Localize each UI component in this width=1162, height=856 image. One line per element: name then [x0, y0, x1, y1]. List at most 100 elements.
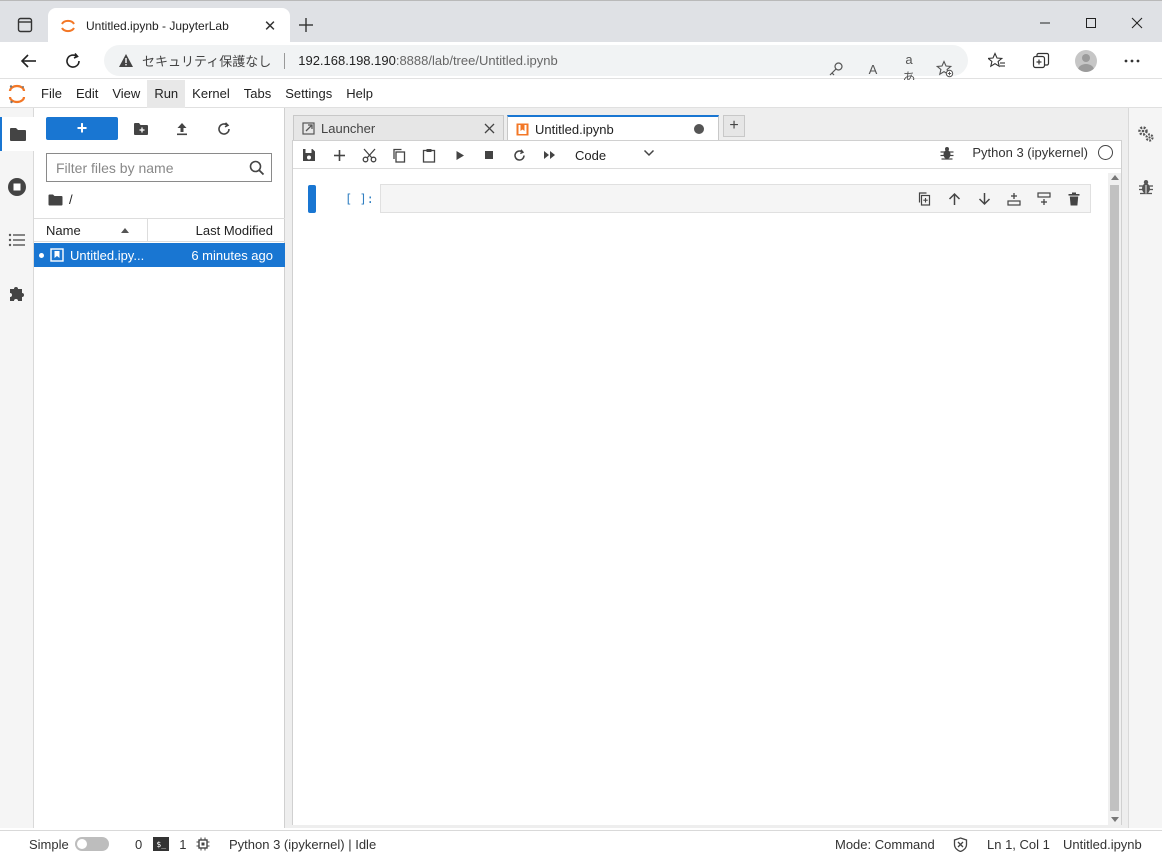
running-terminals[interactable]: 0 $_ 1 [135, 836, 210, 852]
browser-titlebar: Untitled.ipynb - JupyterLab ✕ [0, 0, 1162, 43]
refresh-files-icon[interactable] [214, 119, 234, 139]
copy-icon[interactable] [389, 145, 409, 165]
list-item[interactable]: Untitled.ipy... 6 minutes ago [34, 243, 285, 267]
simple-mode-toggle[interactable]: Simple [29, 836, 109, 852]
insert-above-icon[interactable] [1004, 189, 1024, 209]
cut-icon[interactable] [359, 145, 379, 165]
menu-kernel[interactable]: Kernel [185, 80, 237, 108]
jupyter-logo-icon [0, 80, 34, 108]
jupyter-menubar: File Edit View Run Kernel Tabs Settings … [0, 79, 1162, 108]
insert-cell-icon[interactable] [329, 145, 349, 165]
new-tab-icon[interactable] [296, 15, 316, 35]
insert-below-icon[interactable] [1034, 189, 1054, 209]
file-filter-input[interactable] [56, 159, 242, 176]
terminal-icon: $_ [153, 837, 170, 851]
breadcrumb: / [48, 192, 73, 207]
table-of-contents-tab[interactable] [0, 223, 34, 257]
browser-tab-active[interactable]: Untitled.ipynb - JupyterLab ✕ [48, 8, 290, 43]
tab-actions-icon[interactable] [14, 14, 36, 36]
chevron-down-icon [643, 149, 655, 157]
kernel-status[interactable]: Python 3 (ipykernel) | Idle [229, 836, 376, 852]
debugger-panel-tab[interactable] [1129, 170, 1162, 204]
paste-icon[interactable] [419, 145, 439, 165]
unsaved-dot-icon[interactable] [694, 124, 704, 134]
close-tab-icon[interactable]: ✕ [262, 18, 278, 35]
security-warning-text[interactable]: セキュリティ保護なし [142, 51, 271, 70]
tab-notebook[interactable]: Untitled.ipynb [507, 115, 719, 141]
interrupt-icon[interactable] [479, 145, 499, 165]
property-inspector-tab[interactable] [1129, 117, 1162, 151]
minimize-icon[interactable] [1022, 9, 1068, 37]
column-header-name[interactable]: Name [34, 219, 148, 241]
refresh-icon[interactable] [60, 48, 86, 74]
tab-launcher[interactable]: Launcher [293, 115, 504, 140]
close-window-icon[interactable] [1114, 9, 1160, 37]
more-menu-icon[interactable] [1119, 48, 1145, 74]
read-aloud-icon[interactable]: A [864, 62, 882, 77]
running-tab[interactable] [0, 170, 34, 204]
delete-cell-icon[interactable] [1064, 189, 1084, 209]
menu-help[interactable]: Help [339, 80, 380, 108]
move-down-icon[interactable] [974, 189, 994, 209]
fast-forward-icon[interactable] [539, 145, 559, 165]
upload-icon[interactable] [172, 119, 192, 139]
restart-icon[interactable] [509, 145, 529, 165]
run-icon[interactable] [450, 145, 470, 165]
file-browser-tab[interactable] [0, 117, 34, 151]
collections-icon[interactable] [1028, 48, 1054, 74]
url-path: :8888/lab/tree/Untitled.ipynb [395, 53, 558, 68]
maximize-icon[interactable] [1068, 9, 1114, 37]
kernel-area: Python 3 (ipykernel) [940, 145, 1113, 160]
favorites-icon[interactable] [984, 48, 1010, 74]
duplicate-cell-icon[interactable] [914, 189, 934, 209]
scroll-up-icon[interactable] [1111, 175, 1119, 180]
back-icon[interactable] [16, 48, 42, 74]
avatar [1075, 50, 1097, 72]
file-filter-field[interactable] [46, 153, 272, 182]
right-activity-bar [1128, 108, 1162, 828]
menu-file[interactable]: File [34, 80, 69, 108]
cell-type-select[interactable]: Code [575, 145, 655, 165]
cell-type-value: Code [575, 147, 607, 163]
address-bar[interactable]: セキュリティ保護なし 192.168.198.190:8888/lab/tree… [104, 45, 968, 85]
move-up-icon[interactable] [944, 189, 964, 209]
cell-prompt: [ ]: [345, 192, 374, 206]
close-launcher-icon[interactable] [484, 123, 495, 134]
mode-indicator: Mode: Command [835, 836, 935, 852]
code-cell-editor[interactable] [380, 184, 1091, 213]
breadcrumb-root[interactable]: / [69, 192, 73, 207]
notebook-icon [50, 248, 64, 262]
scrollbar-thumb[interactable] [1110, 185, 1119, 811]
menu-settings[interactable]: Settings [278, 80, 339, 108]
warning-icon[interactable] [118, 53, 134, 68]
list-icon [8, 233, 26, 247]
scroll-down-icon[interactable] [1111, 817, 1119, 822]
home-folder-icon[interactable] [48, 194, 63, 206]
active-cell-indicator[interactable] [308, 185, 316, 213]
new-folder-icon[interactable] [131, 119, 151, 139]
simple-mode-label: Simple [29, 836, 69, 852]
extensions-tab[interactable] [0, 276, 34, 310]
add-favorite-icon[interactable] [936, 60, 954, 78]
profile-avatar[interactable] [1073, 48, 1099, 74]
notebook-scrollbar[interactable] [1108, 173, 1121, 825]
add-tab-button[interactable]: + [723, 115, 745, 137]
menu-tabs[interactable]: Tabs [237, 80, 278, 108]
debugger-icon[interactable] [940, 146, 954, 160]
file-browser-panel: + / Name Last Modified Untitled.ipy... 6… [34, 108, 285, 828]
new-launcher-button[interactable]: + [46, 117, 118, 140]
toggle-switch[interactable] [74, 837, 109, 851]
file-list-header: Name Last Modified [34, 218, 285, 242]
key-icon[interactable] [828, 61, 846, 77]
trusted-icon[interactable] [953, 836, 968, 852]
menu-edit[interactable]: Edit [69, 80, 105, 108]
notebook-tab-icon [516, 123, 529, 136]
column-header-modified[interactable]: Last Modified [148, 223, 285, 238]
notebook-panel: Code Python 3 (ipykernel) [ ]: [292, 140, 1122, 825]
menu-run[interactable]: Run [147, 79, 186, 108]
save-icon[interactable] [299, 145, 319, 165]
cursor-position[interactable]: Ln 1, Col 1 [987, 836, 1050, 852]
browser-tab-title: Untitled.ipynb - JupyterLab [86, 18, 229, 33]
menu-view[interactable]: View [105, 80, 147, 108]
kernel-name[interactable]: Python 3 (ipykernel) [972, 145, 1088, 160]
